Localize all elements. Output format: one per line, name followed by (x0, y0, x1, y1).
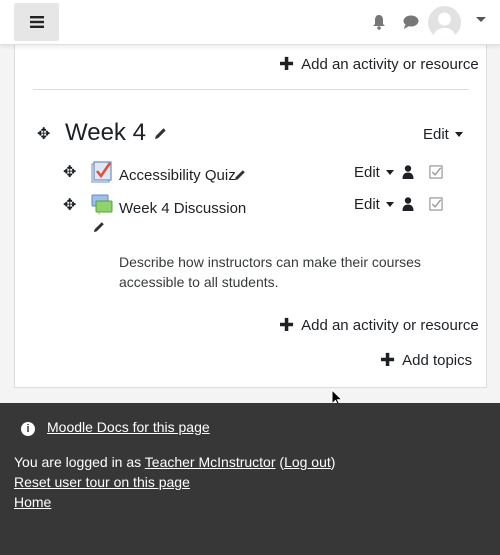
add-activity-button-top[interactable]: ✚ Add an activity or resource (279, 54, 479, 75)
activity-edit-label: Edit (354, 164, 380, 181)
page-footer: i Moodle Docs for this page You are logge… (0, 403, 500, 555)
person-icon[interactable] (402, 197, 414, 211)
activity-edit-label: Edit (354, 196, 380, 213)
avatar[interactable] (428, 6, 461, 39)
bell-icon[interactable] (372, 14, 386, 30)
section-title-text: Week 4 (65, 119, 146, 146)
logged-in-prefix: You are logged in as (14, 454, 145, 470)
moodle-docs-link[interactable]: Moodle Docs for this page (47, 419, 210, 435)
activity-link-quiz[interactable]: Accessibility Quiz (119, 167, 236, 184)
move-section-icon[interactable]: ✥ (37, 124, 50, 144)
quiz-icon (91, 161, 112, 183)
add-activity-button[interactable]: ✚ Add an activity or resource (279, 315, 479, 336)
edit-activity-name-pencil-icon[interactable] (93, 221, 105, 233)
logout-open-paren: ( (275, 454, 285, 470)
edit-title-pencil-icon[interactable] (154, 127, 167, 140)
section-edit-label: Edit (423, 126, 449, 143)
docs-link-row: i Moodle Docs for this page (21, 419, 210, 436)
activity-edit-menu-quiz[interactable]: Edit (354, 164, 394, 181)
top-navbar (0, 0, 500, 45)
reset-tour-link[interactable]: Reset user tour on this page (14, 474, 190, 490)
plus-icon: ✚ (279, 315, 295, 335)
logout-link[interactable]: Log out (284, 454, 331, 470)
course-content: ✚ Add an activity or resource ✥ Week 4 E… (14, 44, 487, 388)
hamburger-icon (29, 16, 44, 28)
section-title: Week 4 (65, 119, 167, 147)
add-topics-button[interactable]: ✚ Add topics (380, 350, 472, 371)
home-link[interactable]: Home (14, 494, 51, 510)
move-activity-icon[interactable]: ✥ (63, 162, 76, 182)
logged-in-info: You are logged in as Teacher McInstructo… (14, 454, 335, 470)
menu-toggle-button[interactable] (14, 3, 59, 41)
chevron-down-icon (454, 132, 463, 137)
move-activity-icon[interactable]: ✥ (63, 195, 76, 215)
chevron-down-icon (385, 170, 394, 175)
completion-checkbox-icon[interactable] (429, 165, 443, 179)
home-row: Home (14, 494, 51, 510)
activity-edit-menu-forum[interactable]: Edit (354, 196, 394, 213)
add-activity-label: Add an activity or resource (301, 56, 479, 73)
forum-icon (91, 194, 113, 215)
completion-checkbox-icon[interactable] (429, 197, 443, 211)
user-avatar-icon (433, 12, 456, 39)
logout-close-paren: ) (330, 454, 336, 470)
person-icon[interactable] (402, 165, 414, 179)
section-divider (33, 89, 469, 90)
add-activity-label: Add an activity or resource (301, 317, 479, 334)
user-profile-link[interactable]: Teacher McInstructor (145, 454, 276, 470)
plus-icon: ✚ (279, 54, 295, 74)
info-icon: i (21, 422, 35, 436)
chevron-down-icon (385, 202, 394, 207)
reset-tour-row: Reset user tour on this page (14, 474, 190, 490)
section-edit-menu[interactable]: Edit (423, 126, 463, 143)
add-topics-label: Add topics (402, 352, 473, 369)
activity-link-forum[interactable]: Week 4 Discussion (119, 200, 246, 217)
chat-icon[interactable] (403, 15, 419, 29)
activity-description: Describe how instructors can make their … (119, 254, 421, 290)
edit-activity-name-pencil-icon[interactable] (234, 169, 246, 181)
plus-icon: ✚ (380, 350, 396, 370)
user-menu-caret-icon[interactable] (476, 17, 486, 22)
